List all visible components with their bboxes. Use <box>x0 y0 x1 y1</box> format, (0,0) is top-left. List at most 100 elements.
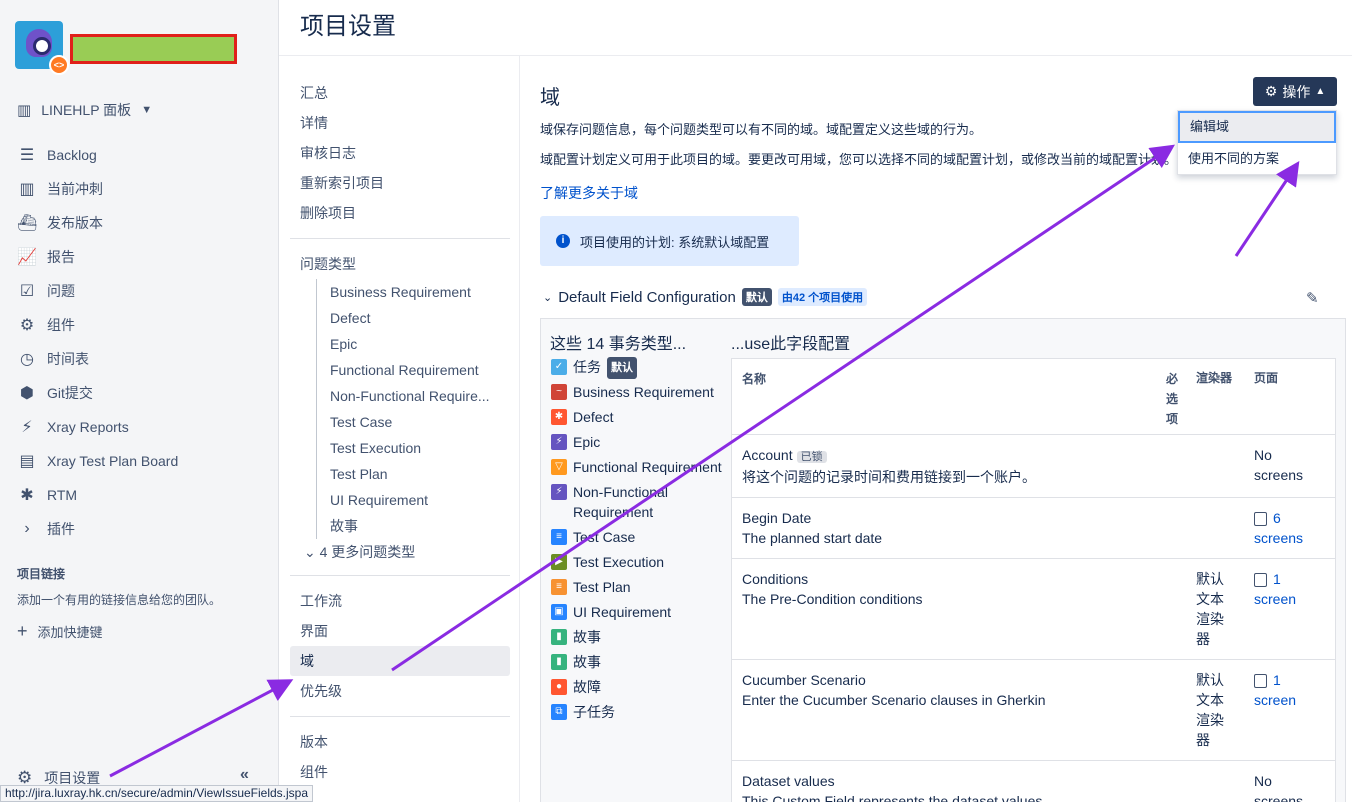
subnav-summary[interactable]: 汇总 <box>290 78 510 108</box>
project-avatar[interactable]: <> <box>15 21 69 75</box>
sidebar-item-label: 报告 <box>47 249 75 265</box>
field-config-header[interactable]: ⌄ Default Field Configuration 默认 由42 个项目… <box>543 288 868 306</box>
sidebar-item-releases[interactable]: ⛴ 发布版本 <box>17 206 267 240</box>
sidebar-item-sprint[interactable]: ▥ 当前冲刺 <box>17 172 267 206</box>
subnav-issue-type[interactable]: Epic <box>290 331 510 357</box>
subnav-versions[interactable]: 版本 <box>290 727 510 757</box>
sidebar-item-issues[interactable]: ☑ 问题 <box>17 274 267 308</box>
field-name: Begin Date <box>742 510 812 526</box>
sidebar-item-label: RTM <box>47 487 78 503</box>
sidebar-item-reports[interactable]: 📈 报告 <box>17 240 267 274</box>
issues-icon: ☑ <box>19 283 35 300</box>
default-badge: 默认 <box>741 288 772 306</box>
project-name-redacted <box>70 34 237 64</box>
renderer-cell: 默认文本渲染器 <box>1196 672 1224 748</box>
functional-requirement-icon: ▽ <box>551 459 567 475</box>
used-by-badge[interactable]: 由42 个项目使用 <box>777 288 868 306</box>
subnav-divider <box>290 238 510 239</box>
use-different-scheme-menu-item[interactable]: 使用不同的方案 <box>1178 143 1336 175</box>
field-cell: Begin Date The planned start date <box>732 498 1156 558</box>
actions-label: 操作 <box>1282 83 1311 100</box>
list-item: ⚡ Epic <box>551 432 729 457</box>
code-badge-icon: <> <box>49 55 69 75</box>
edit-pencil-icon[interactable]: ✎ <box>1306 289 1319 307</box>
sidebar-item-git[interactable]: ⬢ Git提交 <box>17 376 267 410</box>
field-description: 将这个问题的记录时间和费用链接到一个账户。 <box>742 469 1036 485</box>
issue-type-list: ✓ 任务 默认 ~ Business Requirement ✱ Defect ⚡ Epi… <box>551 357 729 727</box>
components-icon: ⚙ <box>19 317 35 334</box>
renderer-cell: 默认文本渲染器 <box>1196 571 1224 647</box>
list-item: ● 故障 <box>551 677 729 702</box>
title-divider <box>279 55 1352 56</box>
renderer-cell <box>1196 761 1254 802</box>
subnav-screens[interactable]: 界面 <box>290 616 510 646</box>
sidebar-item-xray-reports[interactable]: ⚡ Xray Reports <box>17 410 267 444</box>
subnav-issue-type[interactable]: Test Case <box>290 409 510 435</box>
project-links-desc: 添加一个有用的链接信息给您的团队。 <box>17 593 222 607</box>
list-item: ≡ Test Plan <box>551 577 729 602</box>
actions-button[interactable]: ⚙ 操作 ▲ <box>1253 77 1337 106</box>
subnav-issue-type[interactable]: 故事 <box>290 513 510 539</box>
issue-type-label: Epic <box>573 434 601 450</box>
subnav-more-types[interactable]: ⌄ 4 更多问题类型 <box>290 539 510 565</box>
learn-more-link[interactable]: 了解更多关于域 <box>540 183 638 203</box>
subnav-issue-type[interactable]: Defect <box>290 305 510 331</box>
table-row: Cucumber Scenario Enter the Cucumber Sce… <box>732 660 1335 761</box>
story-icon: ▮ <box>551 629 567 645</box>
chevron-down-icon: ▼ <box>141 104 153 116</box>
issue-type-label: Defect <box>573 409 614 425</box>
chevron-down-icon: ⌄ <box>304 544 320 560</box>
required-cell <box>1156 660 1196 760</box>
issue-type-label: 故事 <box>573 654 601 670</box>
subnav-issue-type[interactable]: UI Requirement <box>290 487 510 513</box>
sidebar-item-components[interactable]: ⚙ 组件 <box>17 308 267 342</box>
screens-link[interactable]: 1 screen <box>1254 559 1334 659</box>
screens-text: screens <box>1254 530 1304 546</box>
field-name: Account <box>742 447 793 463</box>
ui-requirement-icon: ▣ <box>551 604 567 620</box>
subnav-issue-type[interactable]: Business Requirement <box>290 279 510 305</box>
edit-fields-menu-item[interactable]: 编辑域 <box>1178 111 1336 143</box>
board-label: LINEHLP 面板 <box>41 102 132 118</box>
fields-scheme-description: 域配置计划定义可用于此项目的域。要更改可用域，您可以选择不同的域配置计划，或修改… <box>540 152 1178 167</box>
screens-link[interactable]: 1 screen <box>1254 660 1334 760</box>
story-icon: ▮ <box>551 654 567 670</box>
screens-text: screen <box>1254 591 1297 607</box>
screens-count: 1 <box>1273 672 1281 688</box>
sidebar-item-xray-board[interactable]: ▤ Xray Test Plan Board <box>17 444 267 478</box>
sidebar-item-rtm[interactable]: ✱ RTM <box>17 478 267 512</box>
table-header: 名称 必选项 渲染器 页面 <box>732 359 1335 435</box>
sidebar-item-label: 时间表 <box>47 351 89 367</box>
fields-heading: 域 <box>540 87 560 109</box>
sidebar-item-backlog[interactable]: ☰ Backlog <box>17 138 267 172</box>
screens-cell: No screens <box>1254 773 1304 802</box>
list-item: ⧉ 子任务 <box>551 702 729 727</box>
subnav-workflows[interactable]: 工作流 <box>290 586 510 616</box>
subnav-fields[interactable]: 域 <box>290 646 510 676</box>
list-item: ▮ 故事 <box>551 627 729 652</box>
subnav-audit-log[interactable]: 审核日志 <box>290 138 510 168</box>
sidebar-item-timesheet[interactable]: ◷ 时间表 <box>17 342 267 376</box>
chevron-right-icon: › <box>24 520 30 537</box>
subnav-issue-types[interactable]: 问题类型 <box>290 249 510 279</box>
subnav-components[interactable]: 组件 <box>290 757 510 787</box>
collapse-sidebar-icon[interactable]: « <box>240 766 249 784</box>
subnav-delete-project[interactable]: 删除项目 <box>290 198 510 228</box>
column-header-required: 必选项 <box>1166 372 1179 426</box>
screens-link[interactable]: 6 screens <box>1254 498 1334 558</box>
subnav-issue-type[interactable]: Non-Functional Require... <box>290 383 510 409</box>
info-icon: i <box>556 234 570 248</box>
field-cell: Conditions The Pre-Condition conditions <box>732 559 1156 659</box>
field-config-name: Default Field Configuration <box>558 288 736 306</box>
board-selector[interactable]: ▥ LINEHLP 面板 ▼ <box>17 100 152 120</box>
sidebar-item-plugins[interactable]: › 插件 <box>17 512 267 546</box>
add-shortcut-button[interactable]: + 添加快捷键 <box>17 621 103 642</box>
sidebar-item-label: Git提交 <box>47 385 93 401</box>
git-icon: ⬢ <box>20 385 34 402</box>
subnav-issue-type[interactable]: Test Execution <box>290 435 510 461</box>
subnav-issue-type[interactable]: Functional Requirement <box>290 357 510 383</box>
subnav-reindex[interactable]: 重新索引项目 <box>290 168 510 198</box>
subnav-details[interactable]: 详情 <box>290 108 510 138</box>
subnav-issue-type[interactable]: Test Plan <box>290 461 510 487</box>
subnav-priorities[interactable]: 优先级 <box>290 676 510 706</box>
